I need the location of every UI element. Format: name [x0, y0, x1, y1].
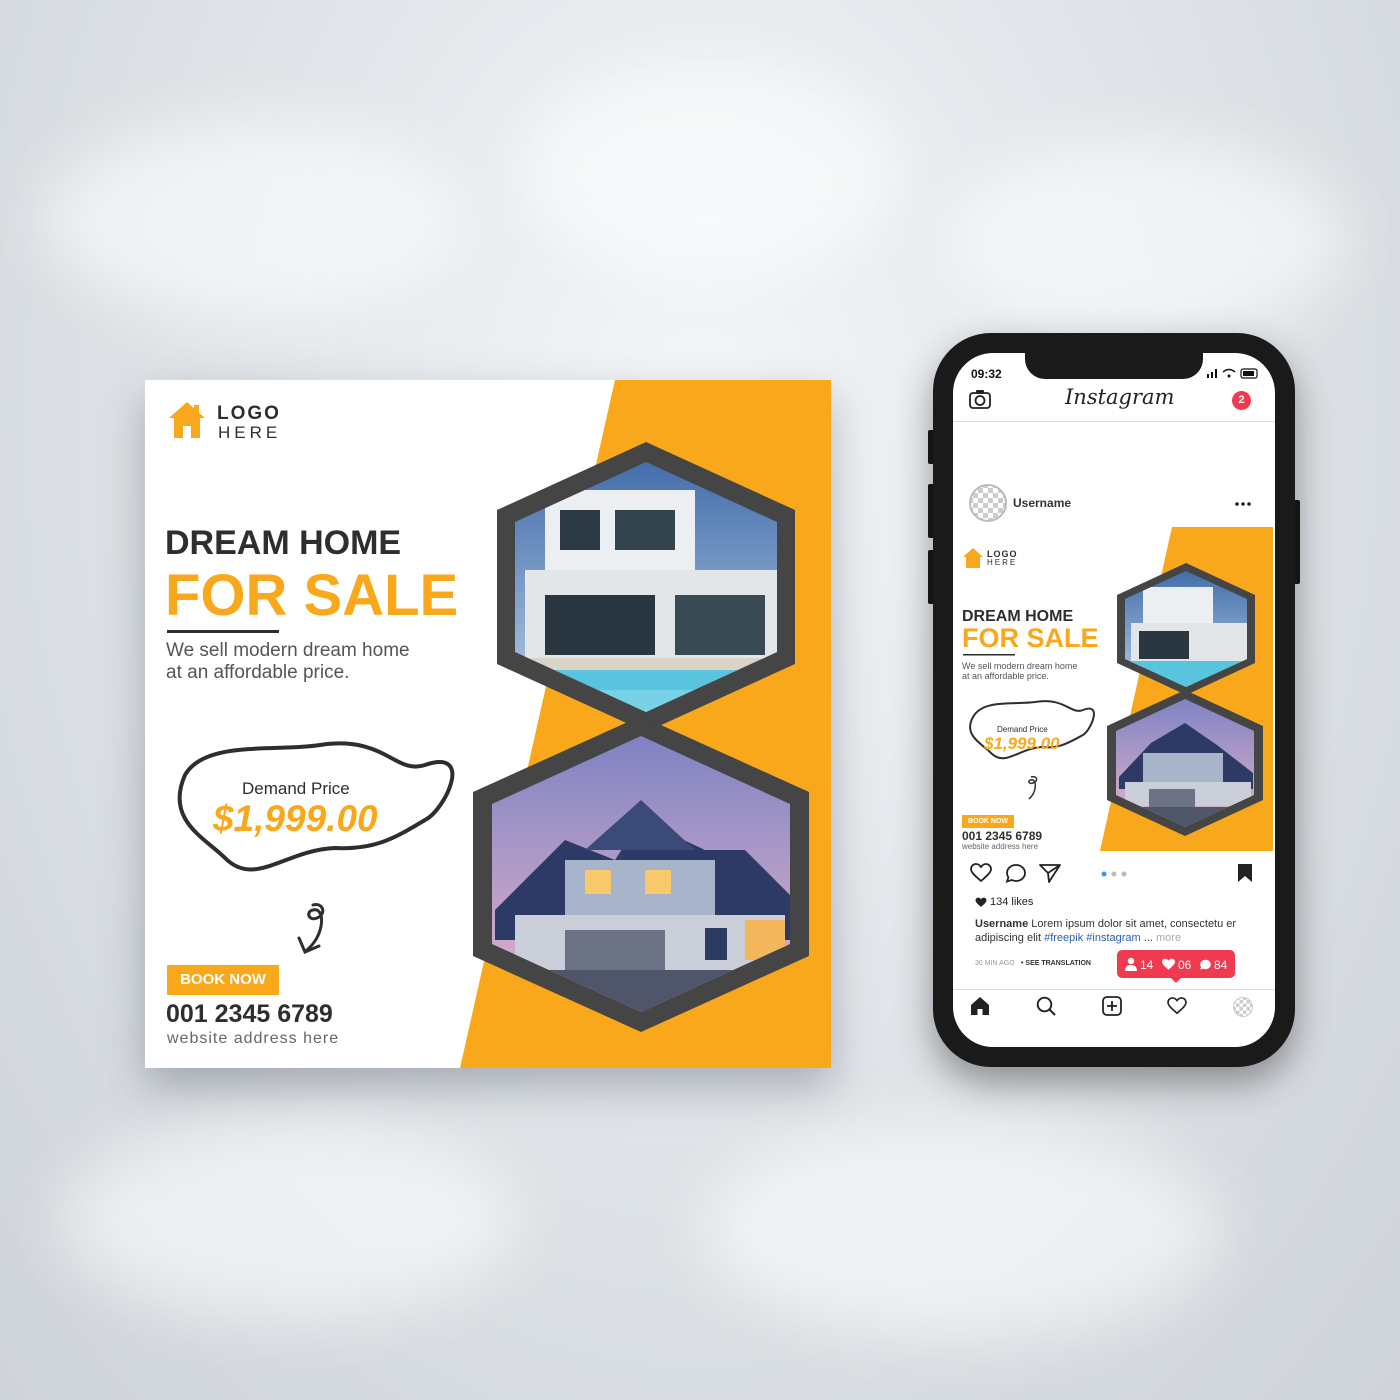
- more-link[interactable]: more: [1156, 932, 1181, 944]
- mini-website-address: website address here: [962, 842, 1039, 851]
- likes-heart-icon: [975, 897, 987, 907]
- heart-icon[interactable]: [970, 863, 992, 883]
- price-label: Demand Price: [242, 779, 350, 798]
- book-now-button[interactable]: BOOK NOW: [167, 965, 279, 995]
- price-value: $1,999.00: [213, 798, 378, 839]
- mini-price-label: Demand Price: [997, 725, 1048, 734]
- activity-heart-icon: [1162, 958, 1175, 970]
- header-divider: [953, 421, 1275, 422]
- activity-icon[interactable]: [1167, 997, 1187, 1015]
- activity-comments: 84: [1214, 958, 1228, 972]
- activity-followers: 14: [1140, 958, 1154, 972]
- status-time: 09:32: [971, 367, 1002, 381]
- mini-contact-phone: 001 2345 6789: [962, 829, 1043, 843]
- mini-book-now-button: BOOK NOW: [962, 815, 1014, 828]
- logo-text: LOGO: [217, 403, 281, 424]
- post-caption: Username Lorem ipsum dolor sit amet, con…: [975, 917, 1265, 945]
- profile-icon[interactable]: [1233, 997, 1253, 1017]
- home-icon[interactable]: [970, 996, 990, 1016]
- caption-ellipsis: ...: [1140, 932, 1156, 944]
- see-translation-link[interactable]: • SEE TRANSLATION: [1021, 960, 1091, 967]
- mini-headline-accent: FOR SALE: [962, 623, 1099, 653]
- bookmark-icon[interactable]: [1237, 863, 1253, 883]
- post-time: 30 MIN AGO: [975, 960, 1015, 967]
- comment-icon[interactable]: [1005, 863, 1027, 883]
- post-username[interactable]: Username: [1013, 496, 1071, 510]
- mini-logo-subtext: HERE: [987, 558, 1018, 567]
- website-address: website address here: [167, 1030, 340, 1047]
- hashtag-freepik[interactable]: #freepik: [1044, 932, 1083, 944]
- activity-comment-icon: [1200, 959, 1211, 970]
- mini-price-value: $1,999.00: [984, 734, 1060, 753]
- more-icon[interactable]: [1235, 502, 1251, 506]
- logo-subtext: HERE: [218, 423, 282, 442]
- subtitle-line-2: at an affordable price.: [166, 662, 350, 683]
- notification-badge[interactable]: 2: [1232, 391, 1251, 410]
- headline-accent: FOR SALE: [165, 563, 459, 628]
- arrow-icon: [297, 903, 325, 954]
- camera-icon[interactable]: [969, 389, 991, 409]
- post-image[interactable]: LOGO HERE DREAM HOME FOR SALE We sell mo…: [953, 527, 1273, 851]
- activity-bubble-pointer: [1170, 977, 1182, 983]
- hashtag-instagram[interactable]: #instagram: [1086, 932, 1140, 944]
- subtitle-line-1: We sell modern dream home: [166, 640, 410, 661]
- poster: LOGO HERE DREAM HOME FOR SALE We sell mo…: [145, 380, 831, 1068]
- status-icons: [1207, 368, 1258, 379]
- search-icon[interactable]: [1036, 996, 1056, 1016]
- caption-username[interactable]: Username: [975, 918, 1028, 930]
- mini-subtitle-line-2: at an affordable price.: [962, 671, 1049, 681]
- instagram-wordmark: Instagram: [1065, 385, 1175, 409]
- contact-phone: 001 2345 6789: [166, 1000, 333, 1028]
- likes-count[interactable]: 134 likes: [990, 896, 1033, 908]
- headline-primary: DREAM HOME: [165, 524, 402, 562]
- mini-subtitle-line-1: We sell modern dream home: [962, 661, 1078, 671]
- person-icon: [1125, 957, 1137, 971]
- add-icon[interactable]: [1102, 996, 1122, 1016]
- send-icon[interactable]: [1039, 863, 1061, 883]
- activity-likes: 06: [1178, 958, 1192, 972]
- phone-notch: [1025, 353, 1203, 379]
- house-logo-icon: [169, 402, 205, 438]
- carousel-dots: [1101, 871, 1127, 877]
- avatar[interactable]: [969, 484, 1007, 522]
- phone-screen: 09:32 Instagram 2 Username LOGO HERE DRE…: [953, 353, 1275, 1047]
- nav-divider: [953, 989, 1275, 990]
